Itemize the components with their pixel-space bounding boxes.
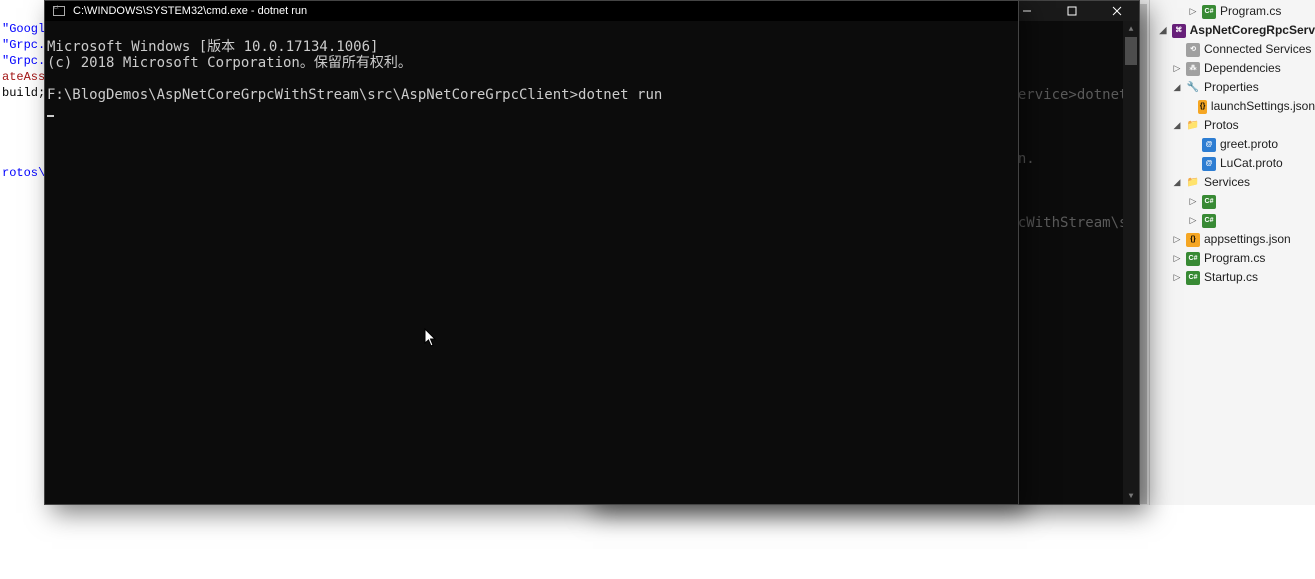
tree-item-label: appsettings.json [1204, 230, 1291, 249]
tree-item[interactable]: ◢ 🔧 Properties [1154, 78, 1315, 97]
mouse-cursor-icon [424, 328, 438, 352]
tree-item-label: Protos [1204, 116, 1239, 135]
console-body-front[interactable]: Microsoft Windows [版本 10.0.17134.1006] (… [45, 21, 1018, 504]
scroll-thumb[interactable] [1125, 37, 1137, 65]
cs-icon: C# [1186, 252, 1200, 266]
tree-item-label: Properties [1204, 78, 1259, 97]
cs-icon: C# [1186, 271, 1200, 285]
console-window-client[interactable]: C:\WINDOWS\SYSTEM32\cmd.exe - dotnet run… [44, 0, 1019, 505]
solution-explorer[interactable]: ▷ C# Program.cs ◢ ⌘ AspNetCoregRpcServ ⟲ Connec… [1135, 0, 1315, 505]
proto-icon: @ [1202, 157, 1216, 171]
proto-icon: @ [1202, 138, 1216, 152]
tree-item-label: AspNetCoregRpcServ [1190, 21, 1315, 40]
tree-item[interactable]: ▷ C# Program.cs [1154, 249, 1315, 268]
console-line: Microsoft Windows [版本 10.0.17134.1006] [47, 39, 378, 55]
tree-item[interactable]: ▷ C# Startup.cs [1154, 268, 1315, 287]
tree-item-label: Services [1204, 173, 1250, 192]
tree-item-label: launchSettings.json [1211, 97, 1315, 116]
console-command: dotnet run [578, 87, 662, 103]
cs-icon: C# [1202, 214, 1216, 228]
folder-icon: 📁 [1186, 176, 1200, 190]
tree-item[interactable]: ▷ ⁂ Dependencies [1154, 59, 1315, 78]
cs-icon: C# [1202, 195, 1216, 209]
chevron-right-icon[interactable]: ▷ [1172, 249, 1182, 268]
chevron-right-icon[interactable]: ▷ [1172, 268, 1182, 287]
tree-item[interactable]: @ LuCat.proto [1154, 154, 1315, 173]
scroll-up-icon[interactable]: ▲ [1123, 21, 1139, 37]
json-icon: {} [1186, 233, 1200, 247]
scroll-down-icon[interactable]: ▼ [1123, 488, 1139, 504]
tree-item-label: Program.cs [1220, 2, 1281, 21]
wrench-icon: 🔧 [1186, 81, 1200, 95]
tree-item[interactable]: {} launchSettings.json [1154, 97, 1315, 116]
tree-item-label: Dependencies [1204, 59, 1281, 78]
text-cursor [47, 115, 54, 117]
solution-tree[interactable]: ▷ C# Program.cs ◢ ⌘ AspNetCoregRpcServ ⟲ Connec… [1136, 2, 1315, 287]
tree-item[interactable]: ◢ 📁 Protos [1154, 116, 1315, 135]
close-button[interactable] [1094, 1, 1139, 21]
proj-icon: ⌘ [1172, 24, 1186, 38]
chevron-right-icon[interactable]: ▷ [1188, 192, 1198, 211]
chevron-down-icon[interactable]: ◢ [1172, 78, 1182, 97]
tree-item[interactable]: ▷ {} appsettings.json [1154, 230, 1315, 249]
tree-item-label: Startup.cs [1204, 268, 1258, 287]
cmd-icon [51, 3, 67, 19]
tree-item[interactable]: ▷ C# [1154, 211, 1315, 230]
json-icon: {} [1198, 100, 1207, 114]
folder-icon: 📁 [1186, 119, 1200, 133]
tree-item[interactable]: ▷ C# Program.cs [1154, 2, 1315, 21]
console-line: (c) 2018 Microsoft Corporation。保留所有权利。 [47, 55, 412, 71]
tree-item[interactable]: ▷ C# [1154, 192, 1315, 211]
tree-item-label: greet.proto [1220, 135, 1278, 154]
console-scrollbar-back[interactable]: ▲ ▼ [1123, 21, 1139, 504]
scroll-track[interactable] [1123, 37, 1139, 488]
chevron-down-icon[interactable]: ◢ [1172, 173, 1182, 192]
tree-item[interactable]: @ greet.proto [1154, 135, 1315, 154]
tree-item-label: LuCat.proto [1220, 154, 1283, 173]
tree-item[interactable]: ◢ 📁 Services [1154, 173, 1315, 192]
chevron-right-icon[interactable]: ▷ [1172, 59, 1182, 78]
cs-icon: C# [1202, 5, 1216, 19]
chevron-down-icon[interactable]: ◢ [1158, 21, 1168, 40]
tree-item-label: Connected Services [1204, 40, 1311, 59]
tree-item-label: Program.cs [1204, 249, 1265, 268]
dep-icon: ⁂ [1186, 62, 1200, 76]
tree-item[interactable]: ◢ ⌘ AspNetCoregRpcServ [1154, 21, 1315, 40]
title-text-front: C:\WINDOWS\SYSTEM32\cmd.exe - dotnet run [73, 5, 1018, 17]
titlebar-front[interactable]: C:\WINDOWS\SYSTEM32\cmd.exe - dotnet run [45, 1, 1018, 21]
console-prompt: F:\BlogDemos\AspNetCoreGrpcWithStream\sr… [47, 87, 578, 103]
chevron-right-icon[interactable]: ▷ [1172, 230, 1182, 249]
ref-icon: ⟲ [1186, 43, 1200, 57]
maximize-button[interactable] [1049, 1, 1094, 21]
tree-item[interactable]: ⟲ Connected Services [1154, 40, 1315, 59]
chevron-right-icon[interactable]: ▷ [1188, 2, 1198, 21]
chevron-down-icon[interactable]: ◢ [1172, 116, 1182, 135]
chevron-right-icon[interactable]: ▷ [1188, 211, 1198, 230]
